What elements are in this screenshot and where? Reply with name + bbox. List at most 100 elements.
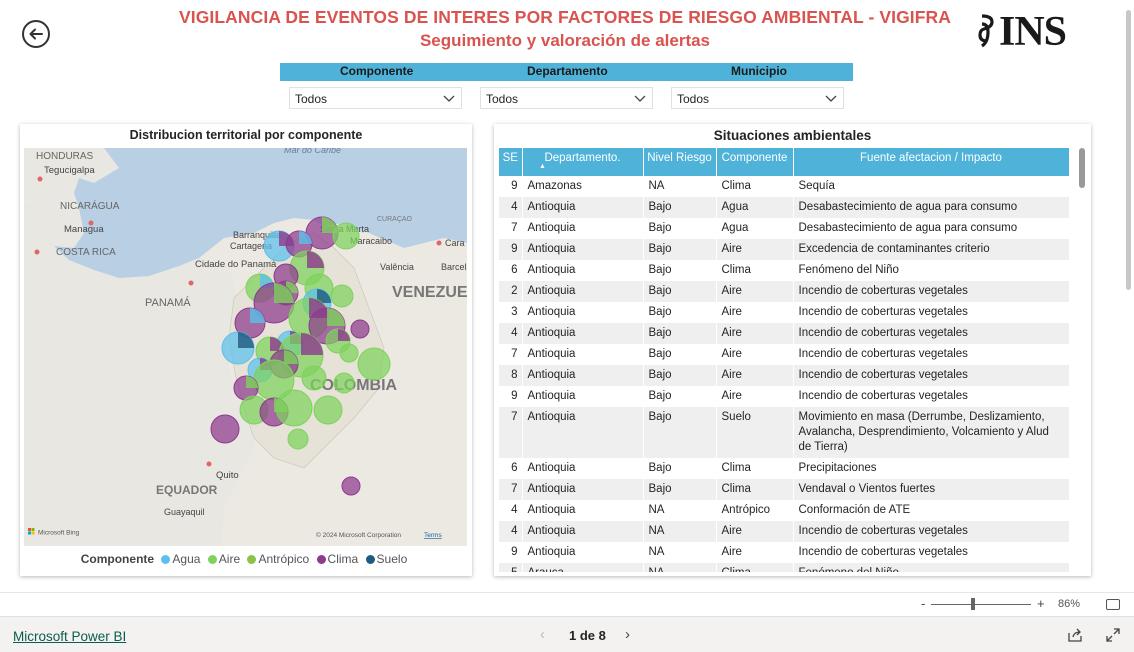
map-bubble[interactable]: [350, 319, 370, 339]
map-bubble[interactable]: [301, 365, 327, 391]
share-icon[interactable]: [1067, 627, 1083, 643]
departamento-dropdown[interactable]: Todos: [480, 87, 653, 109]
table-scrollbar[interactable]: [1079, 148, 1085, 188]
column-header-se[interactable]: SE: [499, 148, 523, 176]
map-bubble[interactable]: [287, 428, 309, 450]
cell-componente: Clima: [716, 260, 794, 281]
map-bubble[interactable]: [339, 343, 359, 363]
map-bubble[interactable]: [221, 331, 255, 365]
cell-fuente: Incendio de coberturas vegetales: [793, 542, 1069, 563]
map-bubble[interactable]: [332, 222, 360, 250]
legend-item-clima[interactable]: Clima: [316, 552, 358, 566]
cell-se: 3: [499, 302, 523, 323]
cell-componente: Antrópico: [716, 500, 794, 521]
table-scroll-area[interactable]: SE Departamento. ▲ Nivel Riesgo Component…: [499, 148, 1069, 572]
table-row[interactable]: 8 Antioquia Bajo Aire Incendio de coberturas…: [499, 365, 1069, 386]
column-header-componente[interactable]: Componente: [716, 148, 794, 176]
legend-item-agua[interactable]: Agua: [161, 552, 200, 566]
map-bubble[interactable]: [330, 284, 354, 308]
map-canvas[interactable]: Mar do Caribe HONDURAS Tegucigalpa NICARÁGU…: [24, 148, 467, 546]
zoom-in-button[interactable]: +: [1037, 596, 1045, 611]
table-row[interactable]: 6 Antioquia Bajo Clima Precipitaciones: [499, 458, 1069, 479]
cell-se: 5: [499, 563, 523, 572]
map-bubble[interactable]: [341, 476, 361, 496]
cell-fuente: Incendio de coberturas vegetales: [793, 521, 1069, 542]
column-header-fuente[interactable]: Fuente afectacion / Impacto: [793, 148, 1069, 176]
table-row[interactable]: 7 Antioquia Bajo Agua Desabastecimiento de a…: [499, 218, 1069, 239]
table-header-row: SE Departamento. ▲ Nivel Riesgo Component…: [499, 148, 1069, 176]
table-row[interactable]: 5AraucaNAClimaFenómeno del Niño: [499, 563, 1069, 572]
cell-departamento: Arauca: [522, 563, 644, 572]
cell-departamento: Antioquia: [522, 479, 644, 500]
map-bubble[interactable]: [275, 389, 313, 427]
map-bubble[interactable]: [210, 414, 240, 444]
legend-label: Aire: [218, 552, 241, 566]
map-bubble[interactable]: [357, 347, 391, 381]
table-row[interactable]: 9 Antioquia NA Aire Incendio de coberturas v…: [499, 542, 1069, 563]
table-row[interactable]: 3 Antioquia Bajo Aire Incendio de coberturas…: [499, 302, 1069, 323]
table-body: 9 Amazonas NA Clima Sequía 4 Antioquia Bajo Agua…: [499, 176, 1069, 572]
municipio-dropdown[interactable]: Todos: [671, 87, 844, 109]
map-place-label: CURAÇAO: [377, 216, 413, 223]
fullscreen-icon[interactable]: [1105, 627, 1121, 643]
legend-dot: [247, 555, 257, 564]
cell-se: 4: [499, 500, 523, 521]
table-visual: Situaciones ambientales SE Departamento.…: [494, 124, 1091, 576]
column-header-departamento-label: Departamento.: [544, 152, 621, 164]
back-button[interactable]: [22, 20, 50, 48]
cell-componente: Clima: [716, 479, 794, 500]
map-legend: Componente Agua Aire Antrópico Clima Sue…: [20, 552, 472, 566]
table-row[interactable]: 4 Antioquia Bajo Agua Desabastecimiento de a…: [499, 197, 1069, 218]
zoom-out-button[interactable]: -: [921, 596, 925, 611]
page-scrollbar[interactable]: [1126, 10, 1131, 290]
cell-nivel-riesgo: Bajo: [643, 365, 717, 386]
map-place-label: Mar do Caribe: [284, 148, 341, 155]
table-row[interactable]: 4 Antioquia Bajo Aire Incendio de coberturas…: [499, 323, 1069, 344]
componente-dropdown[interactable]: Todos: [289, 87, 462, 109]
map-terms-link[interactable]: Terms: [424, 532, 442, 539]
map-title: Distribucion territorial por componente: [129, 128, 363, 142]
table-row[interactable]: 6 Antioquia Bajo Clima Fenómeno del Niño: [499, 260, 1069, 281]
ins-logo-text: INS: [999, 9, 1067, 55]
zoom-slider-thumb[interactable]: [971, 598, 975, 610]
legend-label: Antrópico: [258, 552, 310, 566]
cell-se: 8: [499, 365, 523, 386]
column-header-nivel-riesgo[interactable]: Nivel Riesgo: [643, 148, 717, 176]
table-row[interactable]: 9 Antioquia Bajo Aire Excedencia de contamin…: [499, 239, 1069, 260]
map-visual: Distribucion territorial por componente …: [20, 124, 472, 576]
cell-componente: Agua: [716, 197, 794, 218]
zoom-slider-track[interactable]: [931, 604, 1031, 605]
legend-item-suelo[interactable]: Suelo: [365, 552, 407, 566]
situaciones-table: SE Departamento. ▲ Nivel Riesgo Component…: [499, 148, 1069, 572]
map-place-label: PANAMÁ: [145, 296, 191, 309]
next-page-button[interactable]: ›: [625, 626, 630, 643]
table-row[interactable]: 7 Antioquia Bajo Aire Incendio de coberturas…: [499, 344, 1069, 365]
footer-bar: Microsoft Power BI ‹ 1 de 8 ›: [0, 616, 1134, 652]
table-row[interactable]: 9 Antioquia Bajo Aire Incendio de coberturas…: [499, 386, 1069, 407]
previous-page-button[interactable]: ‹: [540, 626, 545, 643]
cell-nivel-riesgo: Bajo: [643, 218, 717, 239]
table-row[interactable]: 4 Antioquia NA Antrópico Conformación de ATE: [499, 500, 1069, 521]
power-bi-link[interactable]: Microsoft Power BI: [13, 629, 126, 644]
departamento-dropdown-value: Todos: [486, 92, 519, 106]
cell-fuente: Incendio de coberturas vegetales: [793, 365, 1069, 386]
table-row[interactable]: 7 Antioquia Bajo Suelo Movimiento en masa (D…: [499, 407, 1069, 458]
cell-departamento: Antioquia: [522, 500, 644, 521]
table-row[interactable]: 2 Antioquia Bajo Aire Incendio de coberturas…: [499, 281, 1069, 302]
legend-item-aire[interactable]: Aire: [207, 552, 241, 566]
cell-nivel-riesgo: NA: [643, 500, 717, 521]
map-bubble[interactable]: [333, 372, 355, 394]
column-header-departamento[interactable]: Departamento. ▲: [522, 148, 644, 176]
legend-dot: [161, 555, 171, 564]
map-bubble[interactable]: [313, 395, 343, 425]
cell-se: 7: [499, 479, 523, 500]
table-row[interactable]: 4 Antioquia NA Aire Incendio de coberturas v…: [499, 521, 1069, 542]
legend-item-antropico[interactable]: Antrópico: [247, 552, 309, 566]
fit-to-page-icon[interactable]: [1106, 599, 1120, 610]
table-row[interactable]: 9 Amazonas NA Clima Sequía: [499, 176, 1069, 197]
arrow-left-icon: [29, 28, 43, 40]
cell-fuente: Incendio de coberturas vegetales: [793, 323, 1069, 344]
cell-departamento: Antioquia: [522, 302, 644, 323]
cell-componente: Suelo: [716, 407, 794, 458]
table-row[interactable]: 7 Antioquia Bajo Clima Vendaval o Vientos fu…: [499, 479, 1069, 500]
